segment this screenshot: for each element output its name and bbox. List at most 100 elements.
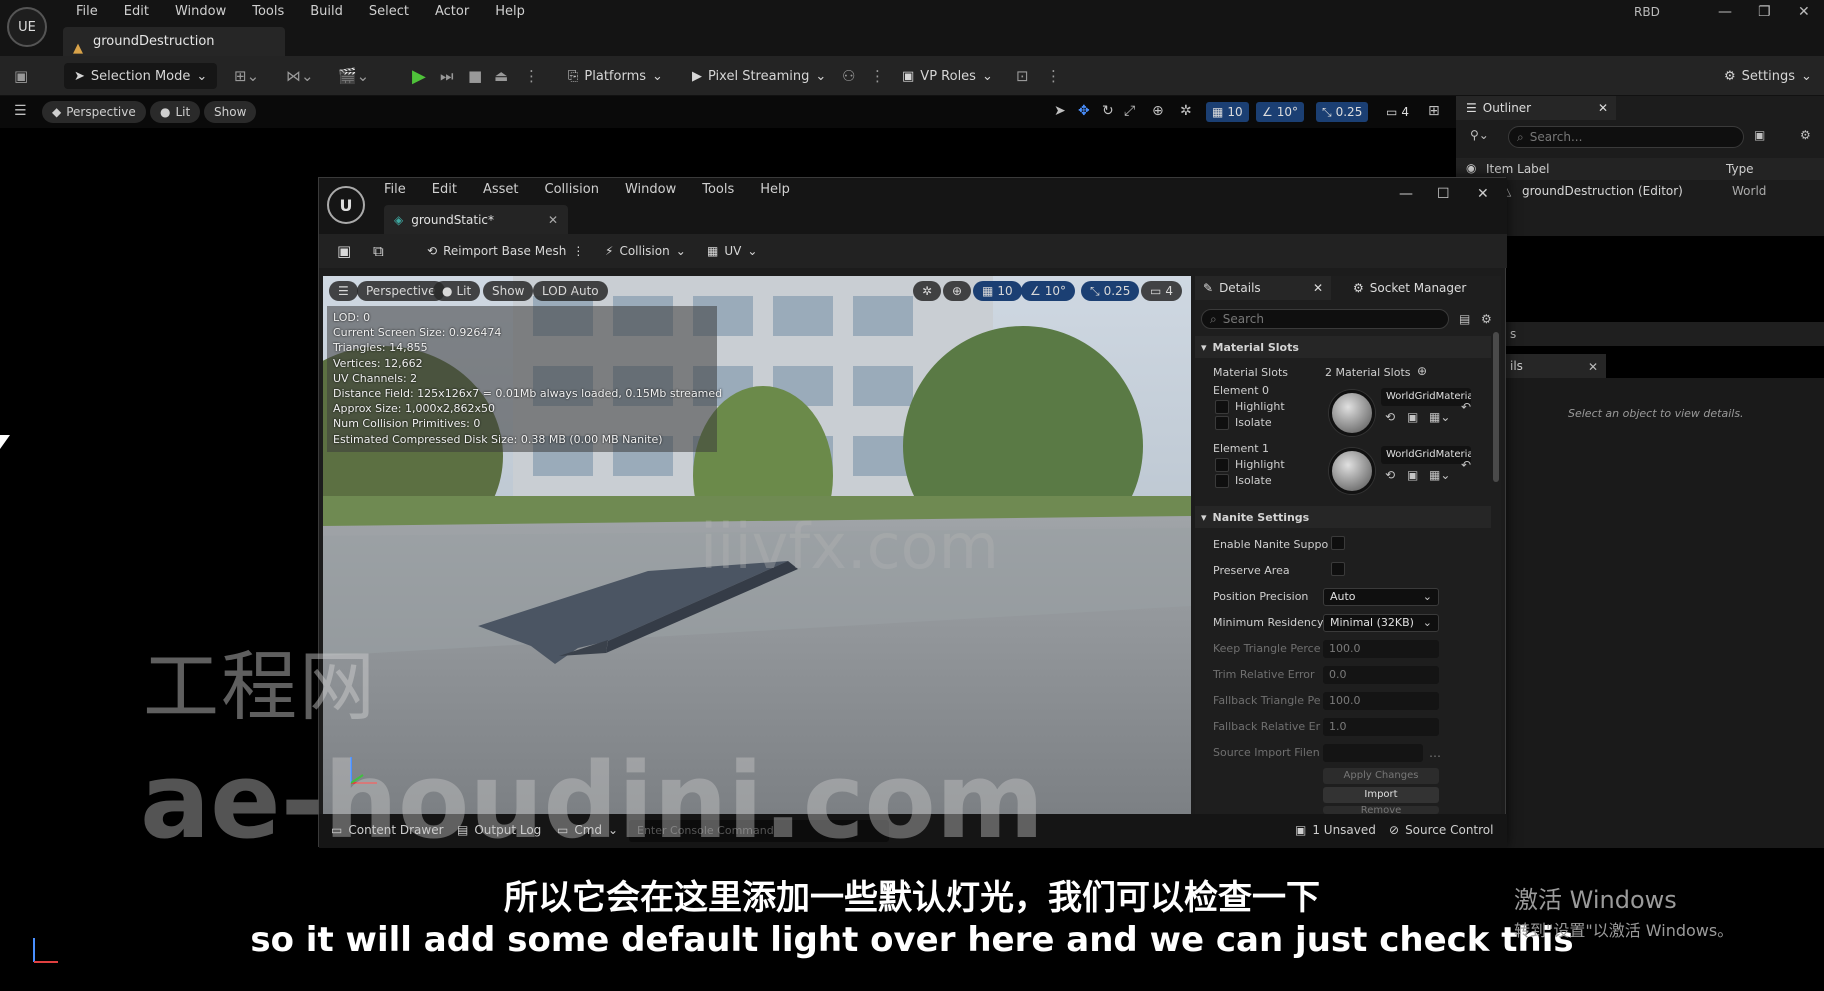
more-options-icon[interactable]: ⋮ <box>1046 63 1061 89</box>
blueprint-icon[interactable]: ⋈⌄ <box>286 63 314 89</box>
add-folder-icon[interactable]: ▣ <box>1754 128 1765 142</box>
users-icon[interactable]: ⚇ <box>842 63 855 89</box>
minimize-icon[interactable]: — <box>1718 4 1732 20</box>
save-icon[interactable]: ▣ <box>337 240 351 262</box>
unreal-logo-icon[interactable]: UE <box>7 7 47 47</box>
menu-asset[interactable]: Asset <box>470 181 532 199</box>
menu-file[interactable]: File <box>371 181 419 199</box>
details-tab[interactable]: ✎ Details ✕ <box>1195 276 1331 300</box>
remove-button[interactable]: Remove <box>1323 806 1439 814</box>
grid-snap-toggle[interactable]: ▦ 10 <box>1206 102 1249 122</box>
rotation-snap-toggle[interactable]: ∠ 10° <box>1256 102 1305 122</box>
nanite-settings-section[interactable]: ▾ Nanite Settings <box>1195 506 1491 528</box>
maximize-icon[interactable]: ☐ <box>1437 186 1450 202</box>
menu-help[interactable]: Help <box>482 2 538 22</box>
reimport-base-mesh-button[interactable]: ⟲ Reimport Base Mesh ⋮ <box>427 240 584 262</box>
menu-help[interactable]: Help <box>747 181 803 199</box>
show-button[interactable]: Show <box>483 281 534 301</box>
fallback-triangle-field[interactable]: 100.0 <box>1323 692 1439 710</box>
selection-mode-dropdown[interactable]: ➤ Selection Mode ⌄ <box>64 63 218 89</box>
material-name-field[interactable]: WorldGridMaterial <box>1381 388 1471 406</box>
lit-button[interactable]: ● Lit <box>433 281 481 301</box>
minimize-icon[interactable]: — <box>1399 186 1413 202</box>
lod-dropdown[interactable]: LOD Auto <box>533 281 608 301</box>
menu-build[interactable]: Build <box>297 2 356 22</box>
browse-folder-icon[interactable]: ▣ <box>1407 410 1418 424</box>
minimum-residency-dropdown[interactable]: Minimal (32KB) ⌄ <box>1323 614 1439 632</box>
rotate-icon[interactable]: ↻ <box>1102 103 1114 119</box>
material-options-icon[interactable]: ▦⌄ <box>1429 410 1450 424</box>
menu-actor[interactable]: Actor <box>422 2 482 22</box>
menu-collision[interactable]: Collision <box>532 181 612 199</box>
scale-snap-toggle[interactable]: ⤡ 0.25 <box>1081 281 1140 301</box>
reset-arrow-icon[interactable]: ↶ <box>1461 458 1471 472</box>
isolate-checkbox[interactable] <box>1215 416 1229 430</box>
col-item-label[interactable]: Item Label <box>1486 162 1550 176</box>
world-space-icon[interactable]: ⊕ <box>1152 103 1164 119</box>
menu-select[interactable]: Select <box>356 2 422 22</box>
details-scrollbar[interactable] <box>1493 332 1499 482</box>
close-icon[interactable]: ✕ <box>1313 281 1323 295</box>
gear-icon[interactable]: ⚙ <box>1800 128 1811 142</box>
highlight-checkbox[interactable] <box>1215 400 1229 414</box>
grid-snap-toggle[interactable]: ▦ 10 <box>973 281 1022 301</box>
mesh-asset-tab[interactable]: ◈ groundStatic* ✕ <box>384 205 568 234</box>
browse-folder-icon[interactable]: ▣ <box>1407 468 1418 482</box>
menu-tools[interactable]: Tools <box>239 2 297 22</box>
details-search-input[interactable]: ⌕ Search <box>1201 309 1449 329</box>
add-actor-icon[interactable]: ⊞⌄ <box>234 63 259 89</box>
cinematics-icon[interactable]: 🎬⌄ <box>338 63 369 89</box>
hamburger-menu-icon[interactable]: ☰ <box>14 103 27 119</box>
material-slots-section[interactable]: ▾ Material Slots <box>1195 336 1491 358</box>
menu-file[interactable]: File <box>63 2 111 22</box>
settings-dropdown[interactable]: ⚙ Settings ⌄ <box>1724 63 1812 89</box>
fallback-relative-error-field[interactable]: 1.0 <box>1323 718 1439 736</box>
pixel-streaming-dropdown[interactable]: ▶ Pixel Streaming ⌄ <box>692 63 826 89</box>
close-icon[interactable]: ✕ <box>1477 186 1489 202</box>
eject-icon[interactable]: ⏏ <box>494 63 508 89</box>
restore-icon[interactable]: ❐ <box>1758 4 1771 20</box>
play-icon[interactable]: ▶ <box>412 63 426 89</box>
col-type[interactable]: Type <box>1726 162 1754 176</box>
source-control-button[interactable]: ⊘ Source Control <box>1389 823 1493 837</box>
rotation-snap-toggle[interactable]: ∠ 10° <box>1021 281 1076 301</box>
vr-mode-icon[interactable]: ⊡ <box>1016 63 1029 89</box>
vp-roles-dropdown[interactable]: ▣ VP Roles ⌄ <box>902 63 993 89</box>
unsaved-button[interactable]: ▣ 1 Unsaved <box>1295 823 1376 837</box>
close-icon[interactable]: ✕ <box>1598 101 1608 115</box>
more-options-icon[interactable]: ⋮ <box>572 244 584 258</box>
menu-edit[interactable]: Edit <box>111 2 162 22</box>
perspective-button[interactable]: Perspective <box>357 281 445 301</box>
keep-triangle-field[interactable]: 100.0 <box>1323 640 1439 658</box>
camera-speed-button[interactable]: ▭ 4 <box>1141 281 1182 301</box>
use-selected-icon[interactable]: ⟲ <box>1385 468 1395 482</box>
add-slot-icon[interactable]: ⊕ <box>1417 364 1427 378</box>
show-button[interactable]: Show <box>204 101 257 123</box>
browse-ellipsis-icon[interactable]: … <box>1429 746 1441 760</box>
table-view-icon[interactable]: ▤ <box>1459 312 1470 326</box>
outliner-tab[interactable]: ☰ Outliner ✕ <box>1456 96 1616 120</box>
close-icon[interactable]: ✕ <box>1798 4 1810 20</box>
position-precision-dropdown[interactable]: Auto ⌄ <box>1323 588 1439 606</box>
translate-icon[interactable]: ✥ <box>1078 103 1090 119</box>
platforms-dropdown[interactable]: ⎘ Platforms ⌄ <box>568 63 663 89</box>
browse-asset-icon[interactable]: ⧉ <box>373 240 384 262</box>
reset-arrow-icon[interactable]: ↶ <box>1461 400 1471 414</box>
isolate-checkbox[interactable] <box>1215 474 1229 488</box>
material-options-icon[interactable]: ▦⌄ <box>1429 468 1450 482</box>
select-mode-icon[interactable]: ➤ <box>1054 103 1066 119</box>
trim-relative-error-field[interactable]: 0.0 <box>1323 666 1439 684</box>
menu-tools[interactable]: Tools <box>689 181 747 199</box>
save-icon[interactable]: ▣ <box>14 63 28 89</box>
eye-icon[interactable]: ◉ <box>1466 161 1476 175</box>
highlight-checkbox[interactable] <box>1215 458 1229 472</box>
camera-speed-button[interactable]: ▭ 4 <box>1380 102 1415 122</box>
level-document-tab[interactable]: ▲ groundDestruction <box>63 27 285 56</box>
filter-icon[interactable]: ⚲⌄ <box>1470 128 1489 142</box>
outliner-row[interactable]: ◭ groundDestruction (Editor) World <box>1456 180 1824 202</box>
material-name-field[interactable]: WorldGridMaterial <box>1381 446 1471 464</box>
socket-manager-tab[interactable]: ⚙ Socket Manager <box>1345 276 1474 300</box>
material-thumbnail[interactable] <box>1329 448 1375 494</box>
import-button[interactable]: Import <box>1323 787 1439 803</box>
menu-window[interactable]: Window <box>162 2 239 22</box>
